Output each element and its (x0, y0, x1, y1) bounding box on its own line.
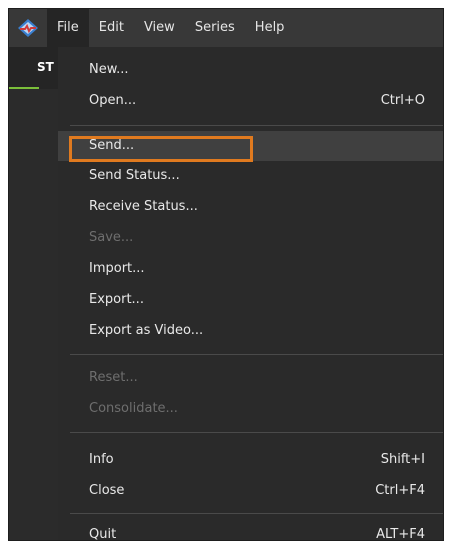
menu-item-label: Export as Video... (89, 323, 204, 338)
menu-item-label: Export... (89, 292, 144, 307)
menu-edit[interactable]: Edit (89, 9, 134, 47)
app-logo-icon (9, 9, 47, 47)
menu-item-label: Consolidate... (89, 401, 178, 416)
menu-item-reset: Reset... (58, 363, 443, 393)
menu-item-label: Info (89, 452, 114, 467)
menu-item-label: Close (89, 483, 125, 498)
menu-item-label: Open... (89, 93, 137, 108)
menu-series[interactable]: Series (185, 9, 245, 47)
menu-view[interactable]: View (134, 9, 185, 47)
menu-separator (70, 513, 443, 514)
menu-item-label: Receive Status... (89, 199, 198, 214)
menu-help[interactable]: Help (245, 9, 295, 47)
menu-item-export-video[interactable]: Export as Video... (58, 316, 443, 346)
menu-separator (70, 354, 443, 355)
shortcut-label: Ctrl+O (380, 93, 425, 108)
left-tab-label: ST (37, 60, 54, 74)
menu-item-new[interactable]: New... (58, 55, 443, 85)
menu-item-open[interactable]: Open... Ctrl+O (58, 86, 443, 116)
menu-item-label: Reset... (89, 370, 138, 385)
shortcut-label: ALT+F4 (376, 527, 425, 541)
menu-item-label: Send Status... (89, 168, 180, 183)
file-menu-dropdown: New... Open... Ctrl+O Send... Send Statu… (58, 47, 443, 540)
menu-item-save: Save... (58, 223, 443, 253)
menu-bar: File Edit View Series Help (9, 9, 443, 47)
app-window: File Edit View Series Help ST New... Ope… (8, 8, 444, 541)
menu-item-label: Import... (89, 261, 145, 276)
menu-item-send[interactable]: Send... (58, 131, 443, 161)
menu-item-info[interactable]: Info Shift+I (58, 445, 443, 475)
menu-item-send-status[interactable]: Send Status... (58, 161, 443, 191)
menu-separator (70, 125, 443, 126)
shortcut-label: Shift+I (380, 452, 425, 467)
menu-separator (70, 432, 443, 433)
shortcut-label: Ctrl+F4 (375, 483, 425, 498)
menu-item-label: Save... (89, 230, 134, 245)
left-tab-underline (9, 87, 39, 89)
menu-item-export[interactable]: Export... (58, 285, 443, 315)
menu-item-label: Send... (89, 138, 135, 153)
menu-item-consolidate: Consolidate... (58, 394, 443, 424)
left-tab[interactable]: ST (9, 47, 58, 89)
menu-item-quit[interactable]: Quit ALT+F4 (58, 520, 443, 541)
menu-item-import[interactable]: Import... (58, 254, 443, 284)
menu-file[interactable]: File (47, 9, 89, 47)
menu-item-close[interactable]: Close Ctrl+F4 (58, 476, 443, 506)
menu-item-label: New... (89, 62, 129, 77)
menu-item-label: Quit (89, 527, 117, 541)
menu-item-receive-status[interactable]: Receive Status... (58, 192, 443, 222)
